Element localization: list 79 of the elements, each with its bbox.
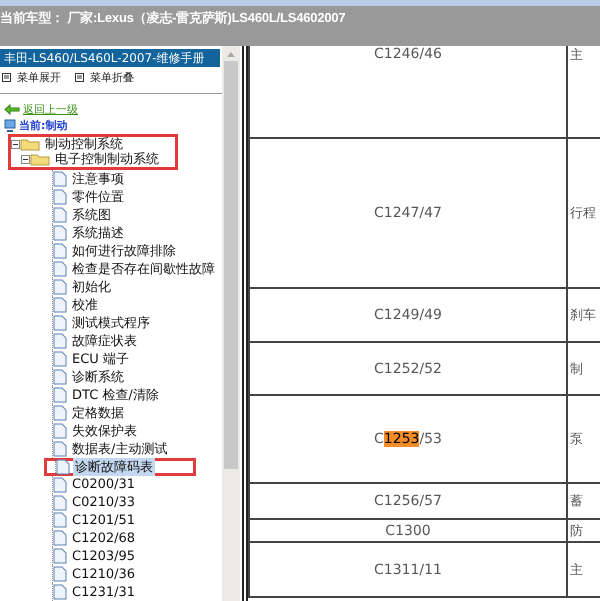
document-icon <box>53 242 67 259</box>
tree-item[interactable]: 失效保护表 <box>70 422 139 440</box>
back-arrow-icon <box>4 104 20 116</box>
table-cell-text: 主 <box>570 47 583 64</box>
tree-item[interactable]: C1203/95 <box>70 548 138 564</box>
back-link[interactable]: 返回上一级 <box>23 102 78 118</box>
list-icon <box>2 73 11 82</box>
tree-item[interactable]: 零件位置 <box>70 188 126 206</box>
monitor-icon <box>4 119 16 132</box>
list-icon <box>75 73 84 82</box>
table-cell: C1253/53 <box>374 431 442 447</box>
tree-item[interactable]: 故障症状表 <box>70 332 139 350</box>
table-cell-text: 蓄 <box>570 493 583 510</box>
tree-item[interactable]: 注意事项 <box>70 170 126 188</box>
table-cell-text: 刹车 <box>570 307 596 324</box>
document-icon <box>53 584 67 600</box>
tree-item[interactable]: C0200/31 <box>70 477 138 492</box>
table-cell: C1247/47 <box>374 205 442 221</box>
tree-item[interactable]: 检查是否存在间歇性故障 <box>70 260 217 278</box>
document-icon <box>56 458 70 475</box>
table-cell: C1311/11 <box>374 562 442 578</box>
tree-item[interactable]: 测试模式程序 <box>70 314 152 332</box>
tree-item[interactable]: 诊断系统 <box>70 368 126 386</box>
document-icon <box>53 512 67 528</box>
tree-item[interactable]: 如何进行故障排除 <box>70 242 178 260</box>
table-cell-text: 主 <box>570 562 583 578</box>
tree-item[interactable]: C1202/68 <box>70 530 138 546</box>
vehicle-model-title: 当前车型： 厂家:Lexus（凌志-雷克萨斯)LS460L/LS4602007 <box>0 9 346 27</box>
tree-item[interactable]: C1231/31 <box>70 584 138 600</box>
document-icon <box>53 368 67 385</box>
table-cell: C1246/46 <box>374 46 442 62</box>
table-cell-text: 制 <box>570 360 583 378</box>
tree-item[interactable]: C0210/33 <box>70 495 138 510</box>
folder-icon <box>30 152 50 166</box>
document-icon <box>53 386 67 403</box>
table-cell: C1300 <box>385 522 431 538</box>
document-icon <box>53 224 67 241</box>
table-cell: C1256/57 <box>374 493 442 509</box>
table-cell-text: 防 <box>570 522 583 540</box>
document-icon <box>53 422 67 439</box>
document-icon <box>53 332 67 349</box>
document-icon <box>53 170 67 187</box>
table-cell-text: 泵 <box>570 431 583 448</box>
document-icon <box>53 404 67 421</box>
tree-item[interactable]: C1210/36 <box>70 566 138 582</box>
current-location: 当前:制动 <box>19 118 68 134</box>
document-icon <box>53 278 67 295</box>
document-icon <box>53 314 67 331</box>
document-icon <box>53 350 67 367</box>
document-icon <box>53 494 67 511</box>
document-icon <box>53 530 67 546</box>
table-cell: C1249/49 <box>374 307 442 323</box>
document-icon <box>53 566 67 582</box>
folder-icon <box>20 137 40 152</box>
tree-item[interactable]: C1201/51 <box>70 512 138 528</box>
tree-item[interactable]: 校准 <box>70 296 100 314</box>
table-cell: C1252/52 <box>374 360 442 376</box>
document-icon <box>53 548 67 564</box>
tree-item[interactable]: 定格数据 <box>70 404 126 422</box>
document-icon <box>53 476 67 493</box>
table-cell-text: 行程 <box>570 205 596 222</box>
document-icon <box>53 260 67 277</box>
tree-item[interactable]: ECU 端子 <box>70 350 131 368</box>
menu-button[interactable]: 菜单展开 <box>2 70 61 86</box>
document-icon <box>53 296 67 313</box>
tree-item[interactable]: 初始化 <box>70 278 113 296</box>
tree-item[interactable]: 系统图 <box>70 206 113 224</box>
manual-title: 丰田-LS460/LS460L-2007-维修手册 <box>0 49 220 67</box>
scrollbar-thumb[interactable] <box>224 61 238 469</box>
tree-item[interactable]: DTC 检查/清除 <box>70 386 161 404</box>
document-icon <box>53 188 67 205</box>
tree-item[interactable]: 系统描述 <box>70 224 126 242</box>
collapse-icon[interactable] <box>21 154 30 164</box>
document-icon <box>53 440 67 457</box>
tree-item[interactable]: 数据表/主动测试 <box>70 440 170 458</box>
menu-button[interactable]: 菜单折叠 <box>75 70 134 86</box>
tree-item[interactable]: 诊断故障码表 <box>73 458 155 476</box>
document-icon <box>53 206 67 223</box>
collapse-icon[interactable] <box>11 140 20 149</box>
